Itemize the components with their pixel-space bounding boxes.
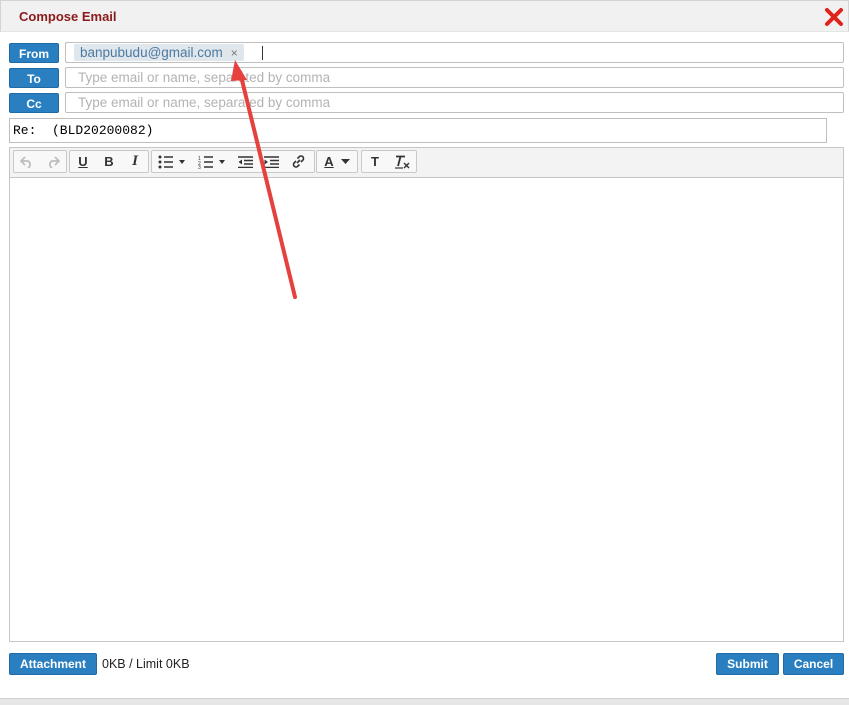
from-button[interactable]: From xyxy=(9,43,59,63)
from-email-tag: banpubudu@gmail.com × xyxy=(74,44,244,61)
indent-button[interactable] xyxy=(258,151,284,172)
from-email-text: banpubudu@gmail.com xyxy=(80,45,223,60)
cancel-button[interactable]: Cancel xyxy=(783,653,844,675)
to-input[interactable] xyxy=(66,68,843,87)
undo-icon xyxy=(20,155,31,168)
attachment-limit: 0KB / Limit 0KB xyxy=(102,657,190,671)
italic-button[interactable]: I xyxy=(122,151,148,172)
undo-button[interactable] xyxy=(14,151,40,172)
dialog-titlebar: Compose Email xyxy=(0,0,849,32)
format-group: U B I xyxy=(69,150,149,173)
close-icon[interactable] xyxy=(824,7,844,27)
cc-input[interactable] xyxy=(66,93,843,112)
bold-button[interactable]: B xyxy=(96,151,122,172)
to-button[interactable]: To xyxy=(9,68,59,88)
cc-button[interactable]: Cc xyxy=(9,93,59,113)
cc-field[interactable] xyxy=(65,92,844,113)
submit-button[interactable]: Submit xyxy=(716,653,779,675)
text-style-button[interactable]: T xyxy=(362,151,388,172)
link-button[interactable] xyxy=(284,151,312,172)
style-group: T xyxy=(361,150,417,173)
clear-format-icon xyxy=(395,155,410,169)
attachment-button[interactable]: Attachment xyxy=(9,653,97,675)
font-color-letter: A xyxy=(324,154,334,169)
text-caret xyxy=(262,46,263,60)
message-editor: U B I 123 A T xyxy=(9,147,844,642)
clear-format-button[interactable] xyxy=(388,151,416,172)
numbered-list-button[interactable]: 123 xyxy=(192,151,232,172)
from-field[interactable]: banpubudu@gmail.com × xyxy=(65,42,844,63)
message-body[interactable] xyxy=(10,178,843,641)
list-group: 123 xyxy=(151,150,315,173)
bullet-list-icon xyxy=(158,155,185,168)
outdent-button[interactable] xyxy=(232,151,258,172)
link-icon xyxy=(292,155,304,168)
to-field[interactable] xyxy=(65,67,844,88)
redo-icon xyxy=(49,155,60,168)
chevron-down-icon xyxy=(340,158,350,164)
redo-button[interactable] xyxy=(40,151,66,172)
outdent-icon xyxy=(237,155,253,168)
subject-input[interactable] xyxy=(10,119,826,142)
indent-icon xyxy=(263,155,279,168)
color-group: A xyxy=(316,150,358,173)
remove-tag-icon[interactable]: × xyxy=(231,46,238,60)
numbered-list-icon: 123 xyxy=(198,156,225,169)
dialog-title: Compose Email xyxy=(19,9,117,24)
history-group xyxy=(13,150,67,173)
subject-field[interactable] xyxy=(9,118,827,143)
editor-toolbar: U B I 123 A T xyxy=(10,148,843,178)
font-color-button[interactable]: A xyxy=(317,151,357,172)
underline-button[interactable]: U xyxy=(70,151,96,172)
bullet-list-button[interactable] xyxy=(152,151,192,172)
svg-text:3: 3 xyxy=(198,165,201,169)
